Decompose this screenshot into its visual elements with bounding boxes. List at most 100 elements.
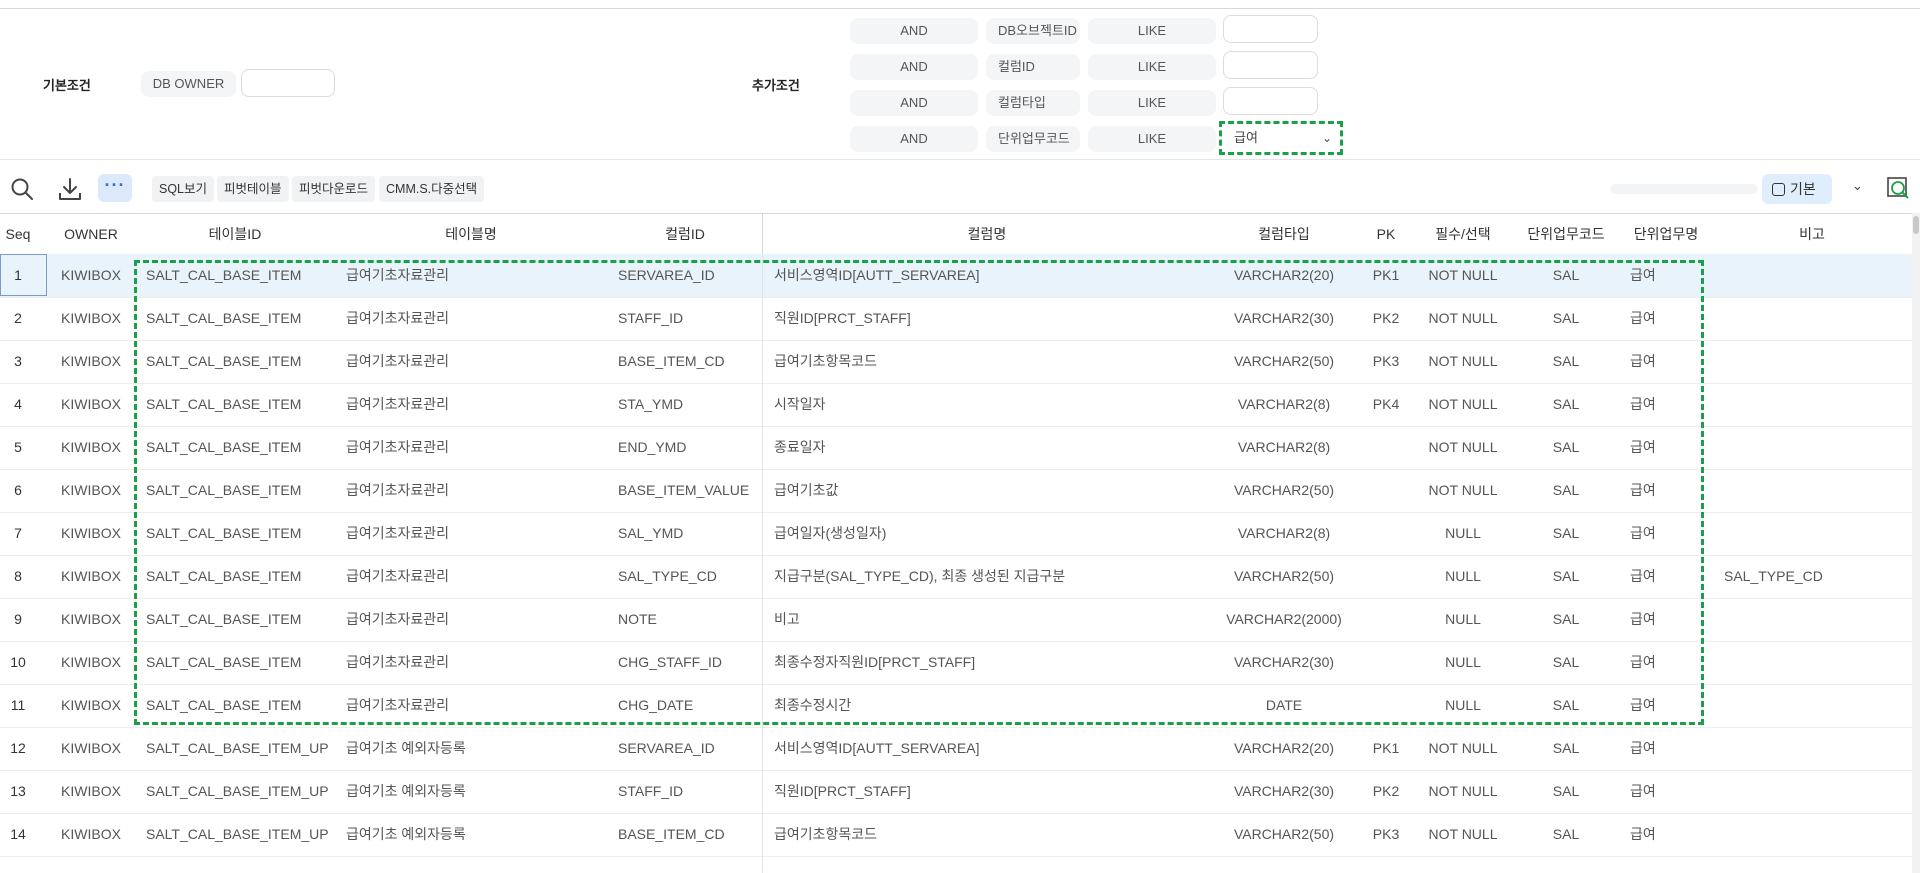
cell-column-name[interactable]: 직원ID[PRCT_STAFF]	[774, 297, 1210, 340]
cell-table-name[interactable]: 급여기초자료관리	[346, 641, 608, 684]
cell-required[interactable]: NULL	[1414, 555, 1512, 598]
cell-remark[interactable]	[1724, 340, 1912, 383]
vertical-scrollbar[interactable]	[1912, 213, 1920, 873]
cell-column-id[interactable]: SERVAREA_ID	[618, 727, 762, 770]
cell-pk[interactable]: PK1	[1358, 727, 1414, 770]
cell-owner[interactable]: KIWIBOX	[48, 512, 134, 555]
cell-remark[interactable]	[1724, 727, 1912, 770]
cell-column-id[interactable]: STA_YMD	[618, 383, 762, 426]
cell-table-id[interactable]: SALT_CAL_BASE_ITEM_UP	[146, 813, 336, 856]
cell-pk[interactable]: PK2	[1358, 297, 1414, 340]
table-row[interactable]: 2 KIWIBOX SALT_CAL_BASE_ITEM 급여기초자료관리 STAFF_…	[0, 297, 1914, 341]
cell-owner[interactable]: KIWIBOX	[48, 254, 134, 297]
db-owner-input[interactable]	[241, 69, 335, 97]
cell-business-code[interactable]: SAL	[1512, 555, 1620, 598]
logic-select-3[interactable]: AND	[850, 90, 978, 116]
cell-business-code[interactable]: SAL	[1512, 340, 1620, 383]
cell-column-id[interactable]: SAL_YMD	[618, 512, 762, 555]
cell-required[interactable]: NOT NULL	[1414, 297, 1512, 340]
operator-select-3[interactable]: LIKE	[1088, 90, 1216, 116]
cell-pk[interactable]	[1358, 555, 1414, 598]
cell-column-id[interactable]: BASE_ITEM_VALUE	[618, 469, 762, 512]
business-code-select[interactable]: 급여 ⌄	[1219, 121, 1343, 155]
cell-owner[interactable]: KIWIBOX	[48, 684, 134, 727]
operator-select-1[interactable]: LIKE	[1088, 18, 1216, 44]
cell-business-code[interactable]: SAL	[1512, 770, 1620, 813]
table-row[interactable]: 6 KIWIBOX SALT_CAL_BASE_ITEM 급여기초자료관리 BASE_I…	[0, 469, 1914, 513]
cell-business-name[interactable]: 급여	[1630, 727, 1712, 770]
cell-column-name[interactable]: 최종수정자직원ID[PRCT_STAFF]	[774, 641, 1210, 684]
cell-business-name[interactable]: 급여	[1630, 770, 1712, 813]
cell-seq[interactable]: 1	[0, 254, 36, 297]
cell-table-name[interactable]: 급여기초자료관리	[346, 426, 608, 469]
cell-column-type[interactable]: VARCHAR2(50)	[1210, 813, 1358, 856]
column-header-owner[interactable]: OWNER	[48, 214, 134, 254]
cell-remark[interactable]	[1724, 813, 1912, 856]
chevron-down-icon[interactable]: ⌄	[1852, 178, 1863, 194]
logic-select-2[interactable]: AND	[850, 54, 978, 80]
cell-pk[interactable]: PK2	[1358, 770, 1414, 813]
cell-seq[interactable]: 4	[0, 383, 36, 426]
cell-business-code[interactable]: SAL	[1512, 469, 1620, 512]
cell-business-name[interactable]: 급여	[1630, 254, 1712, 297]
cell-owner[interactable]: KIWIBOX	[48, 555, 134, 598]
cell-business-name[interactable]: 급여	[1630, 469, 1712, 512]
cell-pk[interactable]	[1358, 469, 1414, 512]
table-row[interactable]: 14 KIWIBOX SALT_CAL_BASE_ITEM_UP 급여기초 예외자등록…	[0, 813, 1914, 857]
multi-select-button[interactable]: CMM.S.다중선택	[379, 176, 485, 202]
cell-business-name[interactable]: 급여	[1630, 340, 1712, 383]
cell-column-type[interactable]: VARCHAR2(8)	[1210, 383, 1358, 426]
cell-owner[interactable]: KIWIBOX	[48, 770, 134, 813]
cell-owner[interactable]: KIWIBOX	[48, 469, 134, 512]
cell-seq[interactable]: 11	[0, 684, 36, 727]
cell-table-name[interactable]: 급여기초자료관리	[346, 512, 608, 555]
cell-table-name[interactable]: 급여기초 예외자등록	[346, 770, 608, 813]
cell-required[interactable]: NOT NULL	[1414, 770, 1512, 813]
cell-business-name[interactable]: 급여	[1630, 641, 1712, 684]
cell-column-id[interactable]: BASE_ITEM_CD	[618, 813, 762, 856]
cell-column-id[interactable]: SERVAREA_ID	[618, 254, 762, 297]
cell-column-type[interactable]: DATE	[1210, 684, 1358, 727]
cell-column-type[interactable]: VARCHAR2(20)	[1210, 254, 1358, 297]
cell-table-name[interactable]: 급여기초자료관리	[346, 469, 608, 512]
cell-column-type[interactable]: VARCHAR2(50)	[1210, 469, 1358, 512]
cell-column-name[interactable]: 종료일자	[774, 426, 1210, 469]
cell-seq[interactable]: 14	[0, 813, 36, 856]
cell-business-name[interactable]: 급여	[1630, 512, 1712, 555]
cell-table-id[interactable]: SALT_CAL_BASE_ITEM	[146, 297, 336, 340]
view-mode-button[interactable]: 기본	[1762, 174, 1832, 204]
cell-table-id[interactable]: SALT_CAL_BASE_ITEM	[146, 254, 336, 297]
cell-pk[interactable]: PK3	[1358, 340, 1414, 383]
cell-table-name[interactable]: 급여기초자료관리	[346, 383, 608, 426]
cell-table-name[interactable]: 급여기초자료관리	[346, 340, 608, 383]
cell-required[interactable]: NOT NULL	[1414, 727, 1512, 770]
cell-remark[interactable]	[1724, 684, 1912, 727]
cell-table-name[interactable]: 급여기초자료관리	[346, 555, 608, 598]
cell-seq[interactable]: 3	[0, 340, 36, 383]
cell-pk[interactable]: PK3	[1358, 813, 1414, 856]
column-header-seq[interactable]: Seq	[0, 214, 36, 254]
cell-required[interactable]: NOT NULL	[1414, 469, 1512, 512]
cell-business-code[interactable]: SAL	[1512, 512, 1620, 555]
cell-table-id[interactable]: SALT_CAL_BASE_ITEM	[146, 469, 336, 512]
condition-input-2[interactable]	[1223, 51, 1318, 79]
cell-seq[interactable]: 10	[0, 641, 36, 684]
cell-required[interactable]: NOT NULL	[1414, 426, 1512, 469]
cell-pk[interactable]: PK4	[1358, 383, 1414, 426]
cell-business-code[interactable]: SAL	[1512, 641, 1620, 684]
cell-column-name[interactable]: 급여기초값	[774, 469, 1210, 512]
search-icon[interactable]	[9, 176, 35, 202]
cell-column-name[interactable]: 최종수정시간	[774, 684, 1210, 727]
cell-table-id[interactable]: SALT_CAL_BASE_ITEM	[146, 641, 336, 684]
cell-column-type[interactable]: VARCHAR2(8)	[1210, 426, 1358, 469]
cell-column-name[interactable]: 서비스영역ID[AUTT_SERVAREA]	[774, 727, 1210, 770]
table-row[interactable]: 9 KIWIBOX SALT_CAL_BASE_ITEM 급여기초자료관리 NOTE 비고…	[0, 598, 1914, 642]
cell-remark[interactable]	[1724, 641, 1912, 684]
column-header-pk[interactable]: PK	[1358, 214, 1414, 254]
cell-business-code[interactable]: SAL	[1512, 727, 1620, 770]
cell-column-type[interactable]: VARCHAR2(50)	[1210, 555, 1358, 598]
cell-column-id[interactable]: END_YMD	[618, 426, 762, 469]
cell-business-name[interactable]: 급여	[1630, 684, 1712, 727]
cell-column-id[interactable]: NOTE	[618, 598, 762, 641]
field-select-4[interactable]: 단위업무코드	[986, 126, 1080, 152]
